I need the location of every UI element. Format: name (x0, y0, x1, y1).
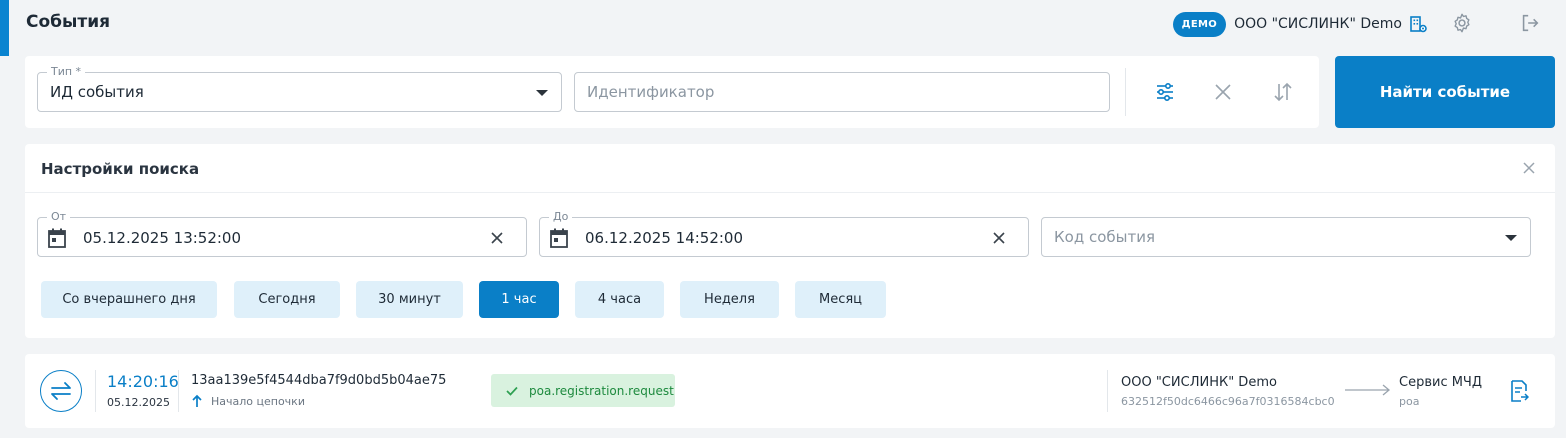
event-type-badge: poa.registration.request (491, 374, 675, 407)
event-divider (95, 370, 96, 412)
date-from-field[interactable]: От 05.12.2025 13:52:00 (37, 210, 527, 257)
event-id[interactable]: 13aa139e5f4544dba7f9d0bd5b04ae75 (191, 373, 446, 388)
organization-name: ООО "СИСЛИНК" Demo (1234, 16, 1402, 32)
calendar-icon[interactable] (550, 228, 568, 248)
chevron-down-icon (1505, 235, 1517, 241)
chevron-down-icon (536, 90, 548, 96)
range-button-4-hours[interactable]: 4 часа (575, 281, 664, 318)
calendar-icon[interactable] (48, 228, 66, 248)
date-to-label: До (549, 210, 573, 223)
range-button-month[interactable]: Месяц (795, 281, 886, 318)
organization-selector[interactable]: ДЕМО ООО "СИСЛИНК" Demo (1172, 11, 1428, 37)
event-divider (1107, 370, 1108, 412)
date-from-label: От (47, 210, 71, 223)
range-button-1-hour[interactable]: 1 час (479, 281, 559, 318)
settings-title: Настройки поиска (41, 160, 200, 178)
date-to-field[interactable]: До 06.12.2025 14:52:00 (539, 210, 1029, 257)
event-code-select[interactable]: Код события (1041, 217, 1531, 257)
filter-settings-icon[interactable] (1153, 80, 1177, 104)
close-icon[interactable] (1519, 158, 1539, 178)
building-settings-icon[interactable] (1408, 14, 1428, 34)
identifier-placeholder: Идентификатор (587, 83, 715, 101)
check-icon (506, 386, 518, 396)
demo-badge: ДЕМО (1172, 11, 1227, 37)
event-receiver-name: Сервис МЧД (1399, 375, 1483, 390)
search-settings-panel: Настройки поиска От 05.12.2025 13:52:00 … (25, 144, 1555, 338)
range-button-since-yesterday[interactable]: Со вчерашнего дня (41, 281, 217, 318)
event-chain[interactable]: Начало цепочки (191, 394, 305, 408)
range-button-today[interactable]: Сегодня (234, 281, 340, 318)
search-panel: Тип * ИД события Идентификатор (25, 56, 1319, 128)
identifier-input[interactable]: Идентификатор (574, 72, 1110, 112)
event-date: 05.12.2025 (107, 396, 170, 409)
event-code-placeholder: Код события (1054, 228, 1155, 246)
date-to-value: 06.12.2025 14:52:00 (585, 229, 744, 247)
event-chain-label: Начало цепочки (211, 394, 305, 408)
find-event-button[interactable]: Найти событие (1335, 56, 1555, 128)
toolbar-divider (1125, 68, 1126, 116)
event-type-select[interactable]: Тип * ИД события (37, 65, 562, 112)
exchange-arrows-icon (40, 370, 82, 412)
event-sender-name: ООО "СИСЛИНК" Demo (1121, 375, 1277, 390)
header: События ДЕМО ООО "СИСЛИНК" Demo (0, 0, 1566, 46)
sort-arrows-icon[interactable] (1271, 80, 1295, 104)
event-row[interactable]: 14:20:16 05.12.2025 13aa139e5f4544dba7f9… (25, 354, 1555, 428)
event-type-label: poa.registration.request (529, 383, 674, 398)
event-type-value: ИД события (50, 83, 144, 101)
range-button-30-minutes[interactable]: 30 минут (356, 281, 463, 318)
arrow-up-icon (192, 394, 202, 407)
date-from-value: 05.12.2025 13:52:00 (83, 229, 242, 247)
event-receiver-sub: poa (1399, 395, 1420, 408)
settings-divider (25, 192, 1555, 193)
document-export-icon[interactable] (1509, 380, 1530, 402)
logout-icon[interactable] (1519, 12, 1541, 34)
event-time: 14:20:16 (107, 372, 179, 391)
page-title: События (26, 12, 111, 32)
event-divider (178, 370, 179, 412)
range-button-week[interactable]: Неделя (680, 281, 779, 318)
clear-date-from-icon[interactable] (488, 229, 506, 247)
gear-icon[interactable] (1451, 12, 1473, 34)
event-sender-id: 632512f50dc6466c96a7f0316584cbc0 (1121, 395, 1335, 408)
clear-date-to-icon[interactable] (990, 229, 1008, 247)
event-type-label: Тип * (47, 65, 86, 78)
arrow-right-icon (1345, 384, 1391, 396)
clear-search-icon[interactable] (1211, 80, 1235, 104)
